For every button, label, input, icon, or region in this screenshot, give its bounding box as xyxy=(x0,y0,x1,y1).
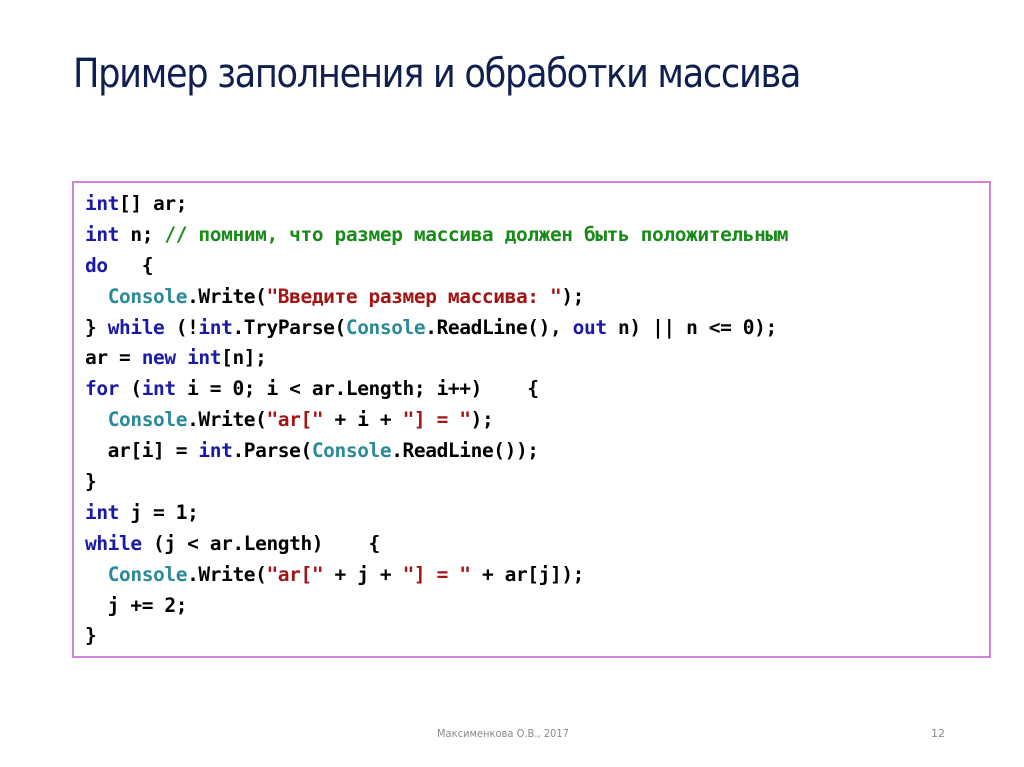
code-type: Console xyxy=(107,562,188,586)
code-keyword: new xyxy=(141,346,176,370)
code-text: (j < ar.Length) { xyxy=(141,531,380,555)
code-line: Console.Write("Введите размер массива: "… xyxy=(85,282,788,313)
code-line: j += 2; xyxy=(85,591,788,622)
code-keyword: int xyxy=(187,346,222,370)
code-line: int j = 1; xyxy=(85,498,788,529)
code-text: .Write( xyxy=(187,408,267,432)
code-line: int[] ar; xyxy=(85,189,788,220)
code-line: ar[i] = int.Parse(Console.ReadLine()); xyxy=(85,436,788,467)
code-text: .ReadLine(), xyxy=(425,315,573,339)
code-text: ); xyxy=(561,284,584,308)
slide-title: Пример заполнения и обработки массива xyxy=(73,51,802,97)
code-keyword: while xyxy=(85,531,142,555)
code-text: + ar[j]); xyxy=(470,562,585,586)
page-number: 12 xyxy=(931,727,945,740)
code-text: [n]; xyxy=(221,346,267,370)
code-comment: // помним, что размер массива должен быт… xyxy=(164,222,789,246)
code-keyword: int xyxy=(198,315,233,339)
code-line: Console.Write("ar[" + i + "] = "); xyxy=(85,405,788,436)
code-text: n; xyxy=(119,222,165,246)
code-text: j += 2; xyxy=(85,593,188,617)
code-keyword: int xyxy=(141,377,176,401)
code-line: do { xyxy=(85,251,788,282)
code-line: } while (!int.TryParse(Console.ReadLine(… xyxy=(85,313,788,344)
code-type: Console xyxy=(345,315,426,339)
code-string: "] = " xyxy=(402,562,471,586)
code-keyword: out xyxy=(572,315,607,339)
code-text: + j + xyxy=(323,562,403,586)
code-type: Console xyxy=(107,284,188,308)
code-text: [] ar; xyxy=(119,192,188,215)
code-text: j = 1; xyxy=(119,500,199,524)
code-string: "ar[" xyxy=(266,408,324,432)
code-text: } xyxy=(85,315,108,339)
code-keyword: int xyxy=(85,222,120,246)
footer-author: Максименкова О.В., 2017 xyxy=(437,727,569,740)
code-keyword: int xyxy=(85,192,120,215)
code-line: while (j < ar.Length) { xyxy=(85,529,788,560)
code-type: Console xyxy=(311,439,392,463)
code-line: } xyxy=(85,467,788,498)
code-text: .Write( xyxy=(187,562,267,586)
code-text: ); xyxy=(470,408,494,432)
code-block: int[] ar; int n; // помним, что размер ма… xyxy=(85,189,789,652)
code-keyword: int xyxy=(85,500,120,524)
code-text: } xyxy=(85,470,97,494)
code-text: ( xyxy=(119,377,142,401)
code-text: n) || n <= 0); xyxy=(606,315,777,339)
code-text: .Parse( xyxy=(232,439,312,463)
code-line: ar = new int[n]; xyxy=(85,343,788,374)
code-text: + i + xyxy=(323,408,403,432)
code-string: "Введите размер массива: " xyxy=(266,284,562,308)
code-text: .TryParse( xyxy=(232,315,346,339)
code-keyword: int xyxy=(198,439,233,463)
code-text: (! xyxy=(164,315,199,339)
code-keyword: do xyxy=(85,253,108,277)
code-line: Console.Write("ar[" + j + "] = " + ar[j]… xyxy=(85,560,788,591)
code-text: i = 0; i < ar.Length; i++) { xyxy=(175,377,539,401)
code-text: .ReadLine()); xyxy=(391,439,539,463)
code-frame: int[] ar; int n; // помним, что размер ма… xyxy=(72,181,991,658)
code-text: { xyxy=(107,253,154,277)
code-line: for (int i = 0; i < ar.Length; i++) { xyxy=(85,374,788,405)
code-type: Console xyxy=(107,408,188,432)
code-keyword: for xyxy=(85,377,120,401)
code-text: ar = xyxy=(85,346,142,370)
code-line: int n; // помним, что размер массива дол… xyxy=(85,220,789,251)
code-keyword: while xyxy=(107,315,165,339)
code-string: "] = " xyxy=(402,408,471,432)
code-text: ar[i] = xyxy=(85,439,199,463)
code-text: .Write( xyxy=(187,284,267,308)
code-string: "ar[" xyxy=(266,562,324,586)
code-line: } xyxy=(85,621,788,652)
code-text: } xyxy=(85,624,97,648)
